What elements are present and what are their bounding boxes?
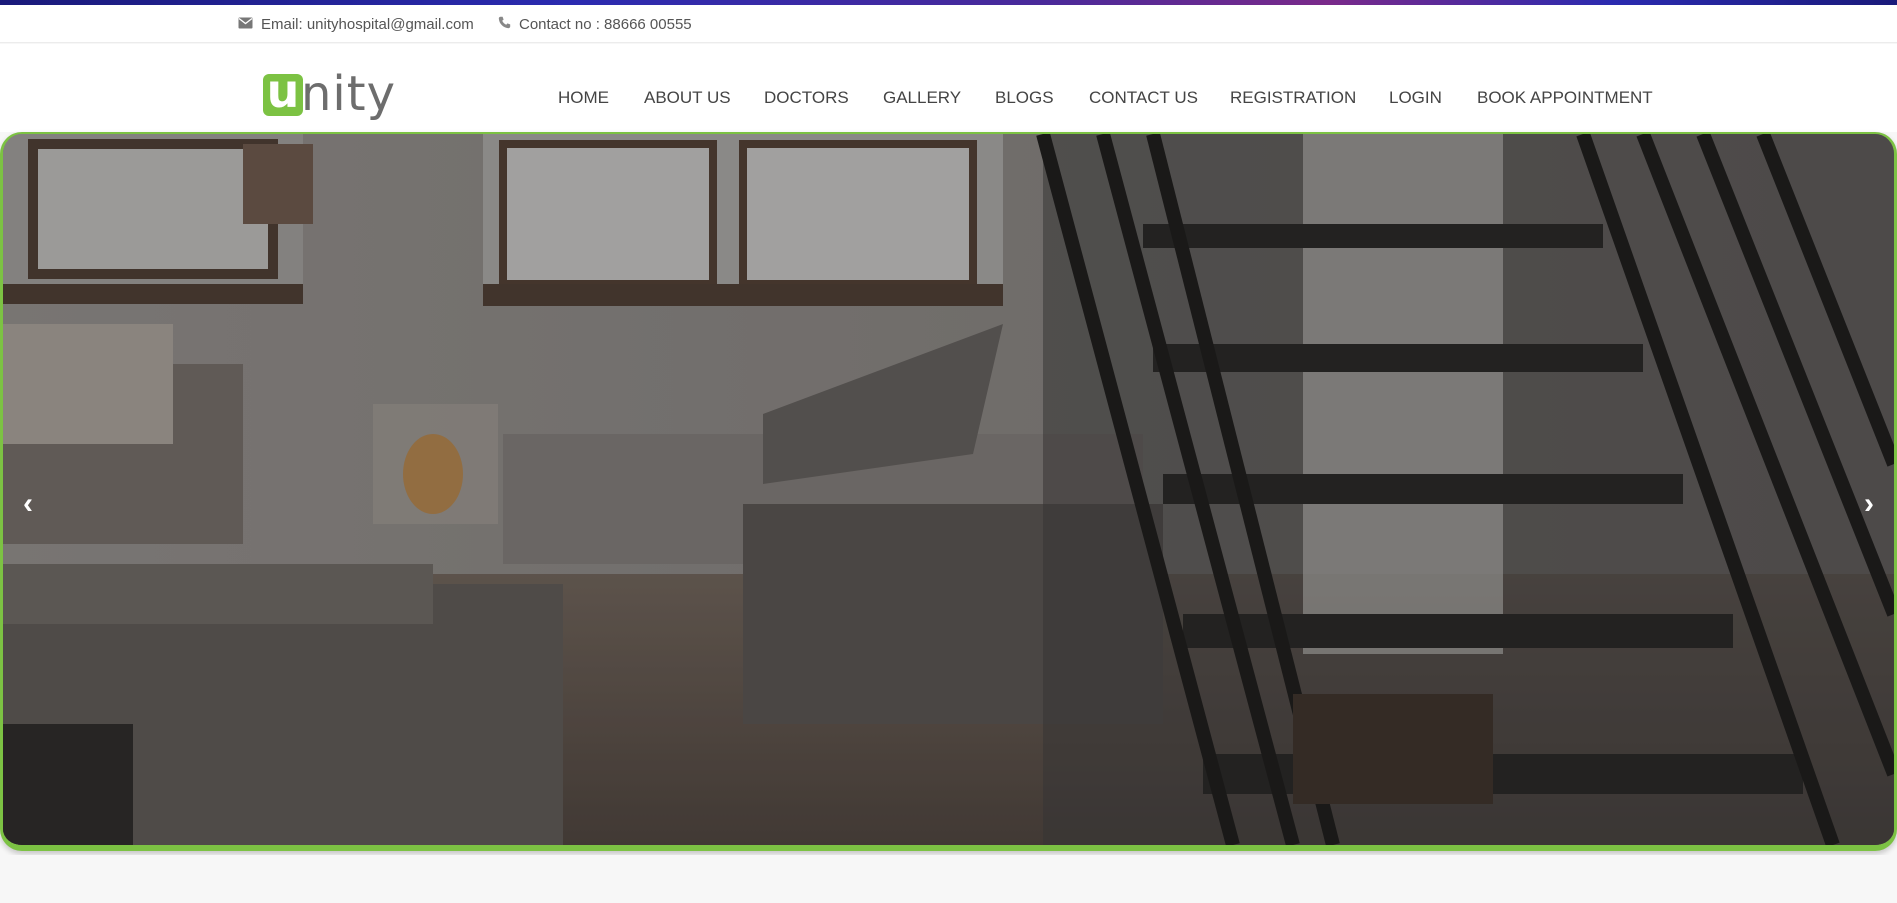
nav-about-us[interactable]: ABOUT US xyxy=(644,88,731,108)
contact-bar: Email: unityhospital@gmail.com Contact n… xyxy=(0,5,1897,43)
page-body-background xyxy=(0,855,1897,903)
phone-contact: Contact no : 88666 00555 xyxy=(498,5,692,43)
nav-gallery[interactable]: GALLERY xyxy=(883,88,961,108)
nav-blogs[interactable]: BLOGS xyxy=(995,88,1054,108)
nav-doctors[interactable]: DOCTORS xyxy=(764,88,849,108)
email-text: Email: unityhospital@gmail.com xyxy=(261,15,474,33)
nav-home[interactable]: HOME xyxy=(558,88,609,108)
phone-icon xyxy=(498,16,511,33)
slider-next-button[interactable]: › xyxy=(1849,474,1889,534)
nav-book-appointment[interactable]: BOOK APPOINTMENT xyxy=(1477,88,1653,108)
nav-login[interactable]: LOGIN xyxy=(1389,88,1442,108)
slider-prev-button[interactable]: ‹ xyxy=(8,474,48,534)
nav-contact-us[interactable]: CONTACT US xyxy=(1089,88,1198,108)
phone-text: Contact no : 88666 00555 xyxy=(519,15,692,33)
email-contact: Email: unityhospital@gmail.com xyxy=(238,5,474,43)
nav-registration[interactable]: REGISTRATION xyxy=(1230,88,1356,108)
envelope-icon xyxy=(238,16,253,33)
slide-image xyxy=(3,134,1894,845)
site-header: u nity HOME ABOUT US DOCTORS GALLERY BLO… xyxy=(0,44,1897,132)
main-nav: HOME ABOUT US DOCTORS GALLERY BLOGS CONT… xyxy=(0,88,1897,112)
hero-slider: ‹ › xyxy=(0,132,1897,851)
